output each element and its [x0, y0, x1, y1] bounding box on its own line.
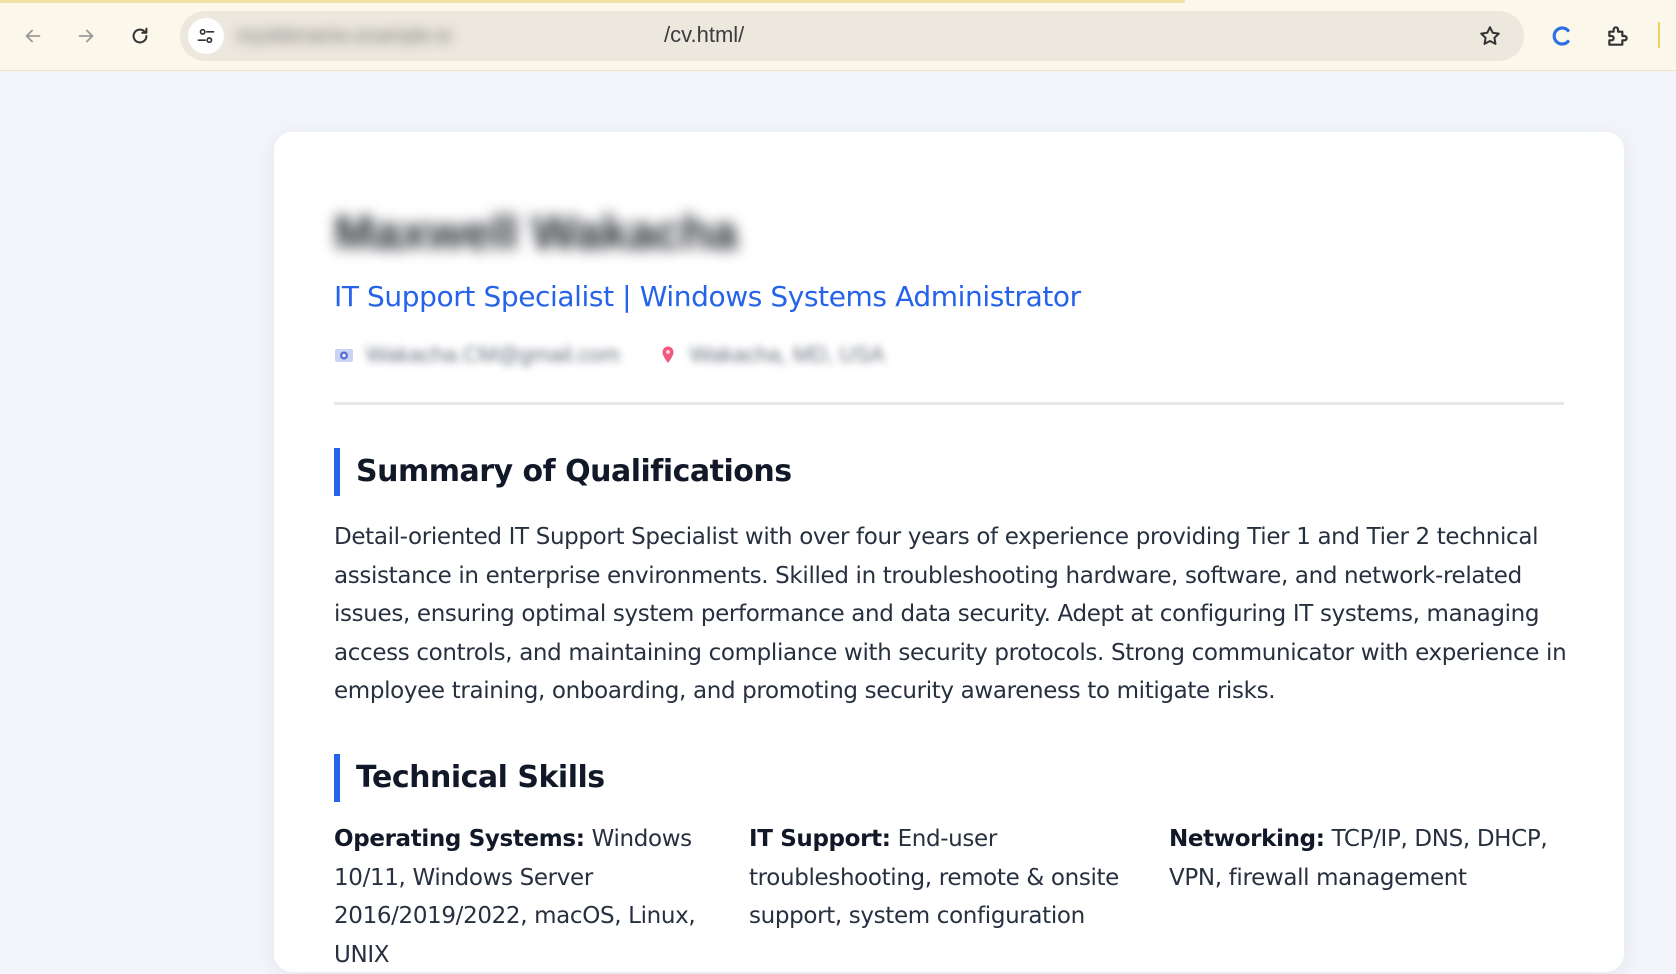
tune-icon	[197, 28, 215, 44]
header-divider	[334, 402, 1564, 405]
browser-toolbar: mystitename.example.io /cv.html/	[0, 0, 1676, 71]
arrow-right-icon	[78, 29, 94, 43]
toolbar-separator	[1658, 22, 1660, 48]
bookmark-button[interactable]	[1472, 18, 1508, 54]
skill-it-support: IT Support: End-user troubleshooting, re…	[749, 820, 1149, 974]
skill-label: Operating Systems:	[334, 826, 585, 852]
reload-icon	[132, 27, 148, 44]
forward-button[interactable]	[67, 17, 105, 55]
summary-heading: Summary of Qualifications	[334, 448, 792, 496]
reload-button[interactable]	[121, 17, 159, 55]
skill-label: Networking:	[1169, 826, 1325, 852]
arrow-left-icon	[25, 29, 41, 43]
extension-c-button[interactable]	[1546, 20, 1578, 52]
contact-row: Wakacha.CM@gmail.com Wakacha, MD, USA	[334, 340, 885, 370]
skill-label: IT Support:	[749, 826, 891, 852]
puzzle-icon	[1608, 26, 1628, 46]
skill-networking: Networking: TCP/IP, DNS, DHCP, VPN, fire…	[1169, 820, 1564, 974]
c-logo-icon	[1552, 26, 1570, 46]
site-info-button[interactable]	[188, 18, 224, 54]
skills-grid: Operating Systems: Windows 10/11, Window…	[334, 820, 1574, 974]
page-load-progress	[0, 0, 1185, 3]
star-outline-icon	[1480, 26, 1500, 45]
back-button[interactable]	[14, 17, 52, 55]
cv-subtitle: IT Support Specialist | Windows Systems …	[334, 280, 1081, 313]
location-pin-icon	[658, 345, 678, 365]
address-bar[interactable]: mystitename.example.io /cv.html/	[180, 11, 1524, 61]
email-icon	[334, 345, 354, 365]
contact-email[interactable]: Wakacha.CM@gmail.com	[366, 342, 620, 368]
url-path: /cv.html/	[664, 22, 745, 47]
cv-card: Maxwell Wakacha IT Support Specialist | …	[274, 132, 1624, 972]
url-host: mystitename.example.io	[236, 25, 452, 47]
contact-location: Wakacha, MD, USA	[689, 342, 885, 367]
skill-operating-systems: Operating Systems: Windows 10/11, Window…	[334, 820, 729, 974]
extensions-button[interactable]	[1600, 18, 1636, 54]
cv-name: Maxwell Wakacha	[334, 207, 738, 260]
summary-text: Detail-oriented IT Support Specialist wi…	[334, 524, 1567, 704]
skills-heading: Technical Skills	[334, 754, 605, 802]
